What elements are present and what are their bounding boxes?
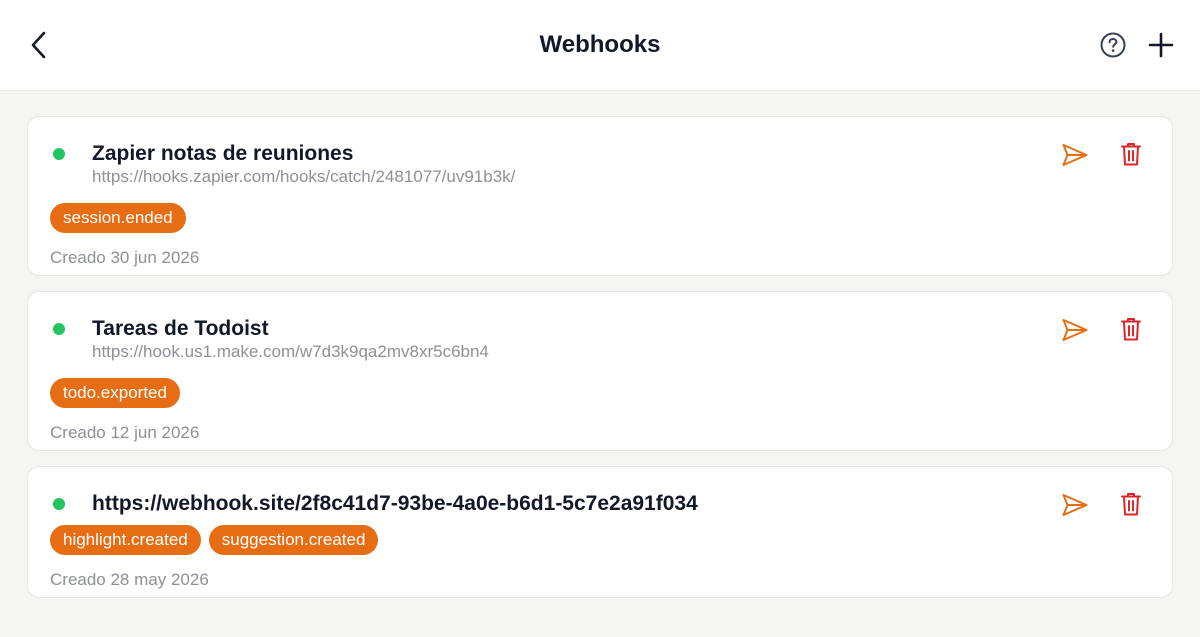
trash-icon: [1121, 318, 1141, 341]
delete-button[interactable]: [1120, 316, 1142, 342]
webhook-title: Zapier notas de reuniones: [92, 142, 354, 165]
webhook-card[interactable]: Tareas de Todoist https://hook.us1.make.…: [27, 291, 1173, 451]
event-tag: todo.exported: [50, 378, 180, 408]
event-tag: highlight.created: [50, 525, 201, 555]
webhook-title: Tareas de Todoist: [92, 317, 269, 340]
help-circle-icon: [1100, 32, 1126, 58]
trash-icon: [1121, 143, 1141, 166]
created-date: Creado 28 may 2026: [50, 570, 209, 589]
status-dot-active: [53, 148, 65, 160]
webhook-list: Zapier notas de reuniones https://hooks.…: [27, 116, 1173, 613]
delete-button[interactable]: [1120, 491, 1142, 517]
created-date: Creado 12 jun 2026: [50, 423, 200, 442]
top-bar: Webhooks: [0, 0, 1200, 91]
event-tags: highlight.created suggestion.created: [50, 525, 379, 555]
help-button[interactable]: [1099, 31, 1127, 59]
send-icon: [1062, 144, 1088, 166]
page-title: Webhooks: [539, 31, 661, 58]
status-dot-active: [53, 323, 65, 335]
status-dot-active: [53, 498, 65, 510]
trash-icon: [1121, 493, 1141, 516]
send-icon: [1062, 319, 1088, 341]
send-test-button[interactable]: [1061, 492, 1089, 518]
delete-button[interactable]: [1120, 141, 1142, 167]
event-tag: suggestion.created: [208, 525, 379, 555]
plus-icon: [1148, 32, 1174, 58]
back-button[interactable]: [26, 29, 56, 61]
send-icon: [1062, 494, 1088, 516]
event-tags: session.ended: [50, 203, 186, 233]
webhook-card[interactable]: Zapier notas de reuniones https://hooks.…: [27, 116, 1173, 276]
add-webhook-button[interactable]: [1146, 30, 1176, 60]
send-test-button[interactable]: [1061, 317, 1089, 343]
webhook-url: https://hooks.zapier.com/hooks/catch/248…: [92, 167, 516, 186]
send-test-button[interactable]: [1061, 142, 1089, 168]
event-tag: session.ended: [50, 203, 186, 233]
webhook-url: https://hook.us1.make.com/w7d3k9qa2mv8xr…: [92, 342, 489, 361]
webhook-card[interactable]: https://webhook.site/2f8c41d7-93be-4a0e-…: [27, 466, 1173, 598]
created-date: Creado 30 jun 2026: [50, 248, 200, 267]
webhook-title: https://webhook.site/2f8c41d7-93be-4a0e-…: [92, 492, 698, 515]
event-tags: todo.exported: [50, 378, 180, 408]
chevron-left-icon: [31, 31, 46, 59]
